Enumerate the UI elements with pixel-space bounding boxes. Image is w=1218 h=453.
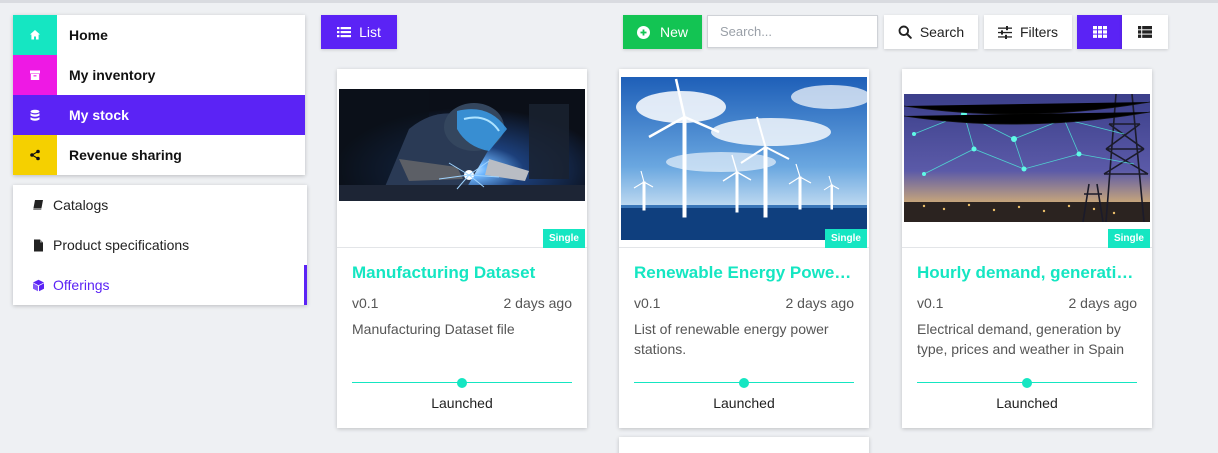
submenu-item-label: Product specifications [53, 237, 190, 253]
lifecycle-status: Launched [996, 395, 1058, 411]
submenu-item-label: Offerings [53, 277, 110, 293]
top-border [0, 0, 1218, 3]
filters-button-label: Filters [1019, 24, 1059, 40]
status-badge: Single [542, 229, 585, 248]
list-icon [337, 26, 352, 38]
archive-icon [13, 55, 57, 95]
database-icon [13, 95, 57, 135]
list-button-label: List [359, 24, 381, 40]
table-list-icon [1138, 26, 1152, 38]
card-title[interactable]: Hourly demand, generation and prices [917, 263, 1139, 283]
submenu-item-product-specifications[interactable]: Product specifications [13, 225, 307, 265]
card-version: v0.1 [352, 295, 379, 311]
menu-item-my-inventory[interactable]: My inventory [13, 55, 305, 95]
offering-card[interactable]: Single Manufacturing Dataset v0.1 2 days… [337, 69, 587, 428]
card-description: Electrical demand, generation by type, p… [917, 321, 1125, 357]
main-menu: Home My inventory My stock Revenue shari… [13, 15, 305, 175]
power-grid-photo [904, 94, 1150, 222]
table-view-button[interactable] [1122, 15, 1168, 49]
share-icon [13, 135, 57, 175]
file-icon [31, 238, 45, 252]
card-version: v0.1 [917, 295, 944, 311]
grid-view-button[interactable] [1077, 15, 1122, 49]
offering-card[interactable]: Single Hourly demand, generation and pri… [902, 69, 1152, 428]
lifecycle-status: Launched [713, 395, 775, 411]
home-icon [13, 15, 57, 55]
card-description: Manufacturing Dataset file [352, 321, 515, 337]
status-badge: Single [1107, 229, 1150, 248]
filters-button[interactable]: Filters [984, 15, 1072, 49]
card-date: 2 days ago [1068, 295, 1138, 311]
status-badge: Single [824, 229, 867, 248]
offering-card-partial[interactable] [619, 437, 869, 453]
menu-item-my-stock[interactable]: My stock [13, 95, 305, 135]
card-date: 2 days ago [785, 295, 855, 311]
submenu-item-offerings[interactable]: Offerings [13, 265, 307, 305]
offering-card[interactable]: Single Renewable Energy Power Stations v… [619, 69, 869, 428]
list-view-button[interactable]: List [321, 15, 397, 49]
card-title[interactable]: Renewable Energy Power Stations [634, 263, 856, 283]
search-button-label: Search [919, 24, 965, 40]
lifecycle-dot [1022, 378, 1032, 388]
wind-turbines-photo [621, 77, 867, 240]
card-version: v0.1 [634, 295, 661, 311]
menu-item-label: Home [69, 27, 108, 43]
plus-circle-icon [636, 25, 650, 39]
card-date: 2 days ago [503, 295, 573, 311]
search-icon [898, 25, 912, 39]
lifecycle-dot [457, 378, 467, 388]
menu-item-label: My inventory [69, 67, 156, 83]
welder-photo [339, 89, 585, 201]
sliders-icon [997, 25, 1012, 39]
menu-item-label: My stock [69, 107, 129, 123]
lifecycle-dot [739, 378, 749, 388]
search-button[interactable]: Search [884, 15, 978, 49]
card-title[interactable]: Manufacturing Dataset [352, 263, 574, 283]
menu-item-revenue-sharing[interactable]: Revenue sharing [13, 135, 305, 175]
grid-icon [1092, 26, 1107, 38]
submenu-item-label: Catalogs [53, 197, 109, 213]
new-button[interactable]: New [623, 15, 702, 49]
menu-item-label: Revenue sharing [69, 147, 182, 163]
lifecycle-status: Launched [431, 395, 493, 411]
menu-item-home[interactable]: Home [13, 15, 305, 55]
search-input[interactable] [707, 15, 878, 48]
card-description: List of renewable energy power stations. [634, 321, 829, 357]
stock-submenu: Catalogs Product specifications Offering… [13, 185, 307, 305]
submenu-item-catalogs[interactable]: Catalogs [13, 185, 307, 225]
new-button-label: New [659, 24, 688, 40]
cube-icon [31, 278, 45, 292]
book-icon [31, 198, 45, 212]
